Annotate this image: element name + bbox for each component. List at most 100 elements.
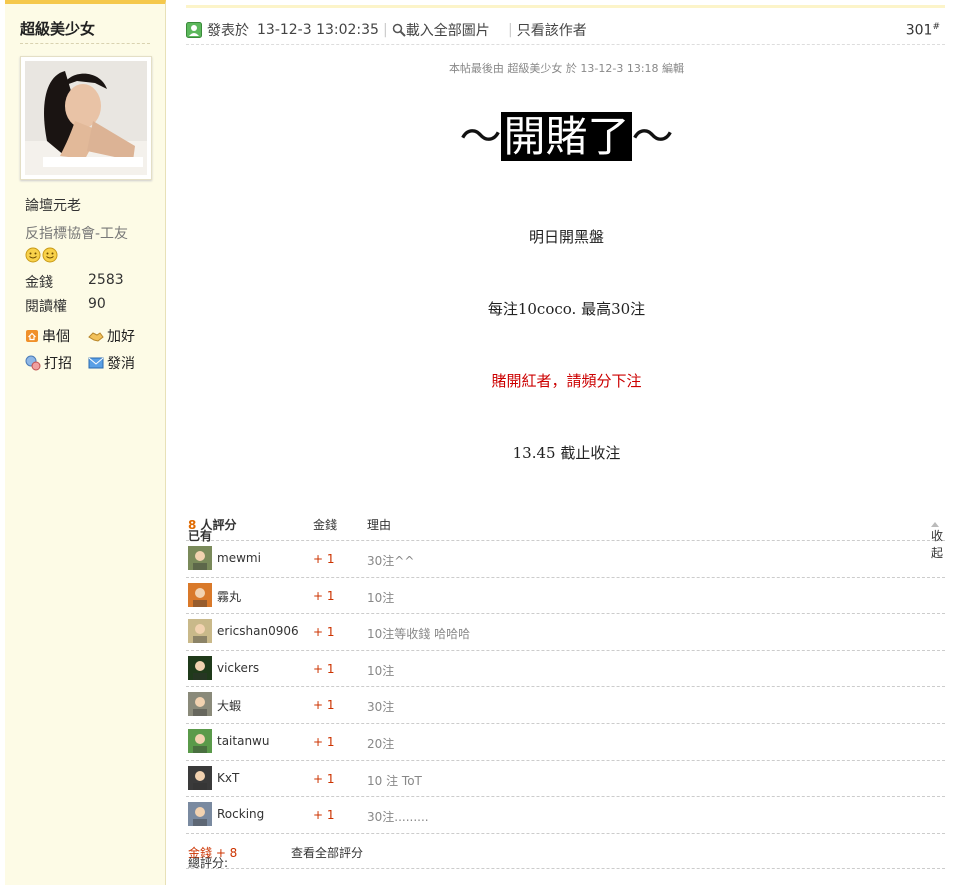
rater-name[interactable]: Rocking [217,807,264,821]
load-images-link[interactable]: | 載入全部圖片 [379,20,490,40]
rating-count: 已有 8 人評分 [188,516,237,543]
posted-time: 13-12-3 13:02:35 [257,22,379,38]
rank-stars [25,247,59,267]
user-rank: 論壇元老 [25,198,81,214]
author-only-link[interactable]: | 只看該作者 [504,20,587,40]
avatar-body [193,599,207,607]
user-group[interactable]: 反指標協會-工友 [25,223,128,243]
stat-label: 閱讀權 [25,299,67,315]
rater-avatar-image [188,619,212,644]
col-reason: 理由 [367,518,392,532]
rater-avatar[interactable] [188,802,212,827]
post-title: ～開賭了～ [166,106,967,168]
avatar-face [195,807,205,818]
view-all-ratings-link[interactable]: 查看全部評分 [291,844,363,861]
rater-avatar[interactable] [188,765,212,790]
add-friend-label: 加好 [107,329,135,345]
envelope-icon [88,357,104,369]
rating-points: + 1 [313,588,335,603]
post-line: 每注10coco. 最高30注 [487,300,646,318]
rating-reason: 10注 [367,590,395,605]
posted-prefix: 發表於 [207,23,249,39]
rater-avatar-image [188,655,212,680]
post-line: 13.45 截止收注 [512,444,621,462]
title-tilde-right: ～ [631,112,674,161]
stat-label: 金錢 [25,275,53,291]
collapse-button[interactable]: 收起 [931,516,943,560]
avatar[interactable] [20,56,152,180]
avatar-face [195,770,205,781]
post-content-area: 發表於 13-12-3 13:02:35 | 載入全部圖片 | 只看該作者 30… [166,0,967,885]
avatar-face [195,733,205,744]
message-link[interactable]: 發消 [88,353,135,373]
rating-reason: 30注^^ [367,554,415,568]
home-icon [26,330,38,342]
title-highlight: 開賭了 [501,112,632,161]
rater-name[interactable]: KxT [217,771,239,785]
rater-avatar[interactable] [188,582,212,607]
table-row: ericshan0906 + 1 10注等收錢 哈哈哈 [186,614,945,651]
edited-note: 本帖最後由 超級美少女 於 13-12-3 13:18 編輯 [448,62,685,75]
smiley-icon [25,247,58,263]
rater-name[interactable]: 霧丸 [217,588,241,605]
table-row: 霧丸 + 1 10注 [186,578,945,615]
table-row: mewmi + 1 30注^^ [186,541,945,578]
rating-points: + 1 [313,698,335,713]
total-label: 總評分: [188,855,229,870]
avatar-face [195,624,205,635]
author-only-label: 只看該作者 [516,23,587,39]
post-time: 發表於 13-12-3 13:02:35 [186,20,379,40]
rating-points: + 1 [313,661,335,676]
table-row: vickers + 1 10注 [186,651,945,688]
title-tilde-left: ～ [459,112,502,161]
add-friend-link[interactable]: 加好 [88,326,135,346]
rater-avatar[interactable] [188,619,212,644]
avatar-face [195,551,205,561]
handshake-icon [88,332,104,342]
rater-name[interactable]: ericshan0906 [217,624,299,638]
table-row: Rocking + 1 30注......... [186,797,945,834]
poke-label: 打招 [44,356,72,372]
divider: | [383,22,388,38]
rating-points: + 1 [313,552,335,566]
col-money: 金錢 [313,518,338,532]
rating-points: + 1 [313,734,335,749]
rater-avatar-image [188,692,212,717]
rater-avatar[interactable] [188,692,212,717]
profile-link[interactable]: 串個 [25,326,70,346]
rating-reason: 30注......... [367,810,429,825]
online-user-icon [186,22,202,38]
post-line: 明日開黑盤 [528,228,604,246]
floor-value: 301 [905,22,933,39]
divider [20,43,150,44]
floor-number[interactable]: 301# [906,22,940,39]
rating-header: 已有 8 人評分 金錢 理由 收起 [186,505,945,560]
rater-name[interactable]: mewmi [217,551,261,565]
avatar-face [195,660,205,671]
rater-name[interactable]: taitanwu [217,734,269,748]
rating-points: + 1 [313,625,335,640]
rater-name[interactable]: 大蝦 [217,697,241,714]
rater-avatar-image [188,765,212,790]
avatar-body [193,636,207,644]
avatar-face [195,587,205,598]
avatar-body [193,709,207,717]
profile-label: 串個 [42,329,70,345]
rater-avatar-image [188,546,212,570]
stat-value: 2583 [88,272,124,288]
author-sidebar: 超級美少女 論壇元老 反指標協會-工友 金錢 2583 閱讀權 90 串個 加好… [5,0,166,885]
rater-avatar[interactable] [188,655,212,680]
rater-avatar[interactable] [188,546,212,570]
avatar-body [193,745,207,753]
rater-name[interactable]: vickers [217,661,259,675]
rater-avatar[interactable] [188,728,212,753]
stat-read-permission: 閱讀權 90 [25,296,106,316]
poke-link[interactable]: 打招 [25,353,72,373]
table-row: 大蝦 + 1 30注 [186,687,945,724]
rater-avatar-image [188,802,212,827]
rater-avatar-image [188,728,212,753]
magnifier-icon [392,23,406,37]
author-username[interactable]: 超級美少女 [20,18,95,39]
floor-mark: # [932,22,940,32]
rating-reason: 20注 [367,736,395,751]
